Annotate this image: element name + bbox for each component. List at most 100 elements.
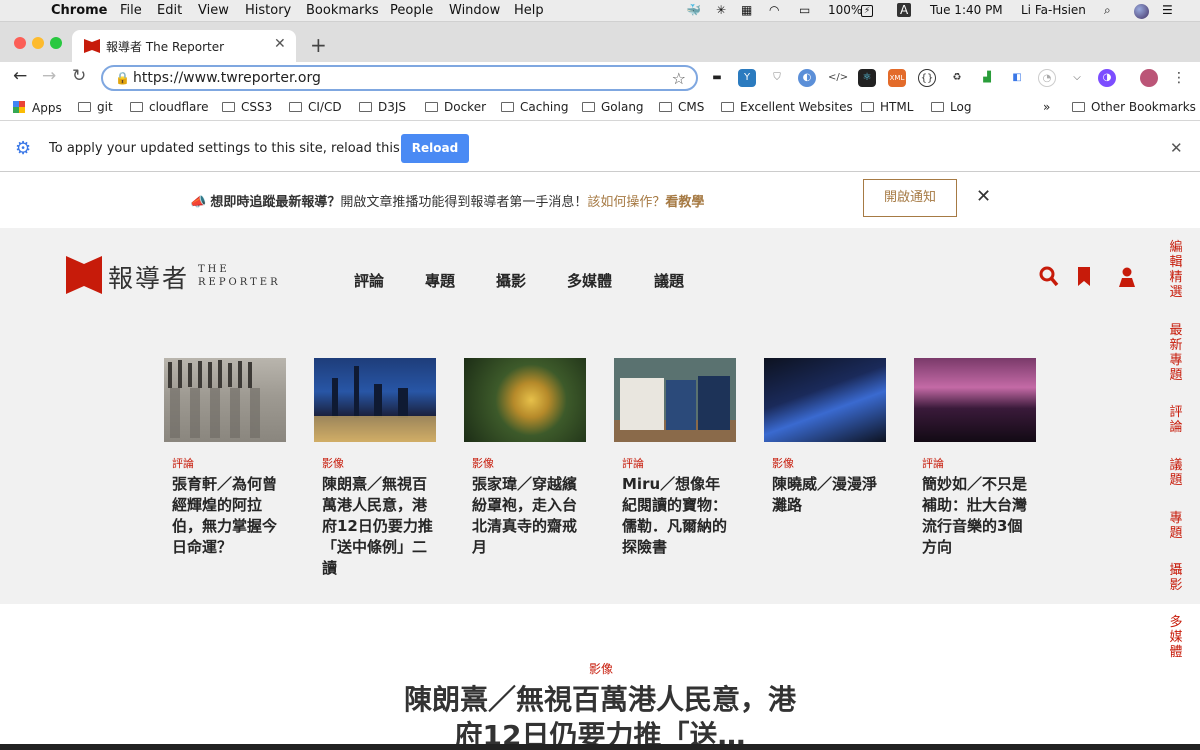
article-thumbnail[interactable]: [464, 358, 586, 442]
rail-editor-picks[interactable]: 編輯精選: [1168, 240, 1184, 300]
article-thumbnail[interactable]: [614, 358, 736, 442]
article-title[interactable]: 簡妙如／不只是補助：壯大台灣流行音樂的3個方向: [922, 474, 1034, 558]
bookmark-golang[interactable]: Golang: [582, 100, 644, 114]
article-card-5[interactable]: 影像 陳曉威／漫漫淨灘路: [764, 358, 886, 514]
address-bar[interactable]: 🔒 https://www.twreporter.org ☆: [101, 65, 698, 91]
article-category[interactable]: 影像: [772, 455, 794, 471]
bookmark-html[interactable]: HTML: [861, 100, 913, 114]
reload-button[interactable]: Reload: [401, 134, 469, 163]
bookmark-cicd[interactable]: CI/CD: [289, 100, 342, 114]
article-card-6[interactable]: 評論 簡妙如／不只是補助：壯大台灣流行音樂的3個方向: [914, 358, 1036, 556]
window-close-button[interactable]: [14, 37, 26, 49]
lead-article-category[interactable]: 影像: [589, 660, 613, 677]
shield-ext-icon[interactable]: ⛉: [768, 69, 786, 87]
article-card-2[interactable]: 影像 陳朗熹／無視百萬港人民意，港府12日仍要力推「送中條例」二讀: [314, 358, 436, 577]
bookmark-apps[interactable]: Apps: [13, 100, 62, 115]
url-text[interactable]: https://www.twreporter.org: [133, 70, 321, 86]
keyboard-status-icon[interactable]: ▦: [741, 3, 752, 17]
article-thumbnail[interactable]: [164, 358, 286, 442]
menu-file[interactable]: File: [120, 3, 142, 18]
article-title[interactable]: 陳朗熹／無視百萬港人民意，港府12日仍要力推「送中條例」二讀: [322, 474, 434, 579]
react-devtools-icon[interactable]: ⚛: [858, 69, 876, 87]
chrome-menu-icon[interactable]: ⋮: [1170, 69, 1188, 87]
bookmark-git[interactable]: git: [78, 100, 113, 114]
bookmark-other[interactable]: Other Bookmarks: [1072, 100, 1196, 114]
xml-ext-icon[interactable]: XML: [888, 69, 906, 87]
profile-avatar[interactable]: [1140, 69, 1158, 87]
rail-latest-topics[interactable]: 最新專題: [1168, 323, 1184, 383]
article-category[interactable]: 影像: [322, 455, 344, 471]
ext-circle-icon[interactable]: ◐: [798, 69, 816, 87]
battery-icon[interactable]: ⚡: [861, 5, 874, 17]
article-thumbnail[interactable]: [764, 358, 886, 442]
infobar-close-icon[interactable]: ✕: [1170, 139, 1183, 157]
purple-ext-icon[interactable]: ◑: [1098, 69, 1116, 87]
rail-photography[interactable]: 攝影: [1168, 563, 1184, 593]
docker-status-icon[interactable]: 🐳: [686, 3, 701, 17]
nav-opinion[interactable]: 評論: [354, 270, 384, 291]
logo-zh[interactable]: 報導者: [108, 259, 189, 295]
bookmark-star-icon[interactable]: ☆: [672, 69, 686, 88]
how-to-link[interactable]: 該如何操作？: [587, 195, 665, 210]
bookmark-log[interactable]: Log: [931, 100, 971, 114]
reporter-logo-icon[interactable]: [66, 256, 102, 294]
nav-photography[interactable]: 攝影: [496, 270, 526, 291]
article-thumbnail[interactable]: [314, 358, 436, 442]
nav-multimedia[interactable]: 多媒體: [567, 270, 612, 291]
chart-ext-icon[interactable]: ▟: [978, 69, 996, 87]
article-category[interactable]: 評論: [922, 455, 944, 471]
bookmark-cloudflare[interactable]: cloudflare: [130, 100, 208, 114]
code-ext-icon[interactable]: </>: [828, 69, 848, 87]
recycle-ext-icon[interactable]: ♻: [948, 69, 966, 87]
bookmark-docker[interactable]: Docker: [425, 100, 486, 114]
screen-ext-icon[interactable]: ◧: [1008, 69, 1026, 87]
menu-window[interactable]: Window: [449, 3, 500, 18]
timer-ext-icon[interactable]: ◔: [1038, 69, 1056, 87]
tab-close-icon[interactable]: ✕: [274, 36, 286, 52]
new-tab-button[interactable]: +: [310, 33, 327, 57]
rail-opinion[interactable]: 評論: [1168, 405, 1184, 435]
bookmark-cms[interactable]: CMS: [659, 100, 704, 114]
spotlight-search-icon[interactable]: ⌕: [1104, 3, 1111, 18]
nav-issues[interactable]: 議題: [654, 270, 684, 291]
search-icon[interactable]: [1039, 266, 1059, 288]
rail-multimedia[interactable]: 多媒體: [1168, 615, 1184, 660]
yslow-ext-icon[interactable]: Y: [738, 69, 756, 87]
airplay-icon[interactable]: ▭: [799, 3, 810, 17]
window-minimize-button[interactable]: [32, 37, 44, 49]
article-category[interactable]: 評論: [622, 455, 644, 471]
article-card-3[interactable]: 影像 張家瑋／穿越繽紛罩袍，走入台北清真寺的齋戒月: [464, 358, 586, 556]
pocket-ext-icon[interactable]: ⌵: [1068, 69, 1086, 87]
menu-history[interactable]: History: [245, 3, 291, 18]
browser-tab-active[interactable]: 報導者 The Reporter ✕: [72, 30, 296, 62]
input-source-icon[interactable]: A: [897, 3, 912, 17]
network-status-icon[interactable]: ✳: [716, 3, 726, 17]
incognito-ext-icon[interactable]: ▬: [708, 69, 726, 87]
article-category[interactable]: 影像: [472, 455, 494, 471]
article-title[interactable]: 張家瑋／穿越繽紛罩袍，走入台北清真寺的齋戒月: [472, 474, 584, 558]
window-zoom-button[interactable]: [50, 37, 62, 49]
menu-app-chrome[interactable]: Chrome: [51, 3, 108, 18]
battery-percent[interactable]: 100%: [828, 3, 862, 17]
lead-article-title[interactable]: 陳朗熹／無視百萬港人民意，港府12日仍要力推「送…: [398, 682, 802, 750]
article-thumbnail[interactable]: [914, 358, 1036, 442]
reload-icon[interactable]: ↻: [72, 66, 86, 86]
rail-topics[interactable]: 專題: [1168, 511, 1184, 541]
notification-close-icon[interactable]: ✕: [976, 186, 991, 207]
bookmarks-overflow-button[interactable]: »: [1043, 100, 1050, 114]
article-title[interactable]: Miru／想像年紀閱讀的寶物：儒勒．凡爾納的探險書: [622, 474, 734, 558]
tutorial-link[interactable]: 看教學: [665, 195, 704, 210]
clock[interactable]: Tue 1:40 PM: [930, 3, 1003, 17]
article-card-4[interactable]: 評論 Miru／想像年紀閱讀的寶物：儒勒．凡爾納的探險書: [614, 358, 736, 556]
bookmark-icon[interactable]: [1077, 266, 1091, 288]
menu-help[interactable]: Help: [514, 3, 544, 18]
json-ext-icon[interactable]: {}: [918, 69, 936, 87]
bookmark-excellent-websites[interactable]: Excellent Websites: [721, 100, 853, 114]
menu-edit[interactable]: Edit: [157, 3, 182, 18]
user-name[interactable]: Li Fa-Hsien: [1021, 3, 1086, 17]
article-card-1[interactable]: 評論 張育軒／為何曾經輝煌的阿拉伯，無力掌握今日命運？: [164, 358, 286, 556]
rail-issues[interactable]: 議題: [1168, 458, 1184, 488]
bookmark-css3[interactable]: CSS3: [222, 100, 272, 114]
user-icon[interactable]: [1118, 266, 1136, 288]
siri-icon[interactable]: [1134, 4, 1149, 19]
